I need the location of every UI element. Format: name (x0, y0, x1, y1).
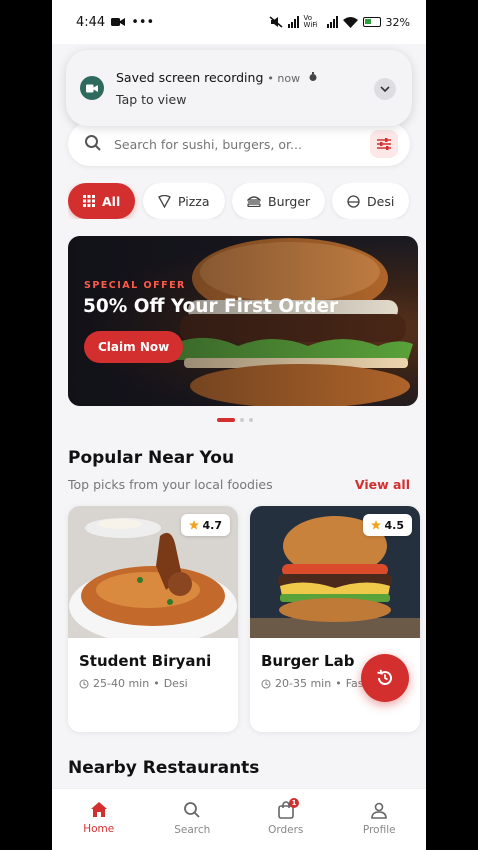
star-icon (370, 520, 381, 530)
chip-burger[interactable]: Burger (232, 183, 326, 219)
screen-recorder-icon (80, 76, 104, 100)
nav-label: Orders (268, 824, 304, 836)
battery-percent: 32% (385, 15, 410, 29)
chip-label: Pizza (178, 193, 210, 209)
restaurant-name: Student Biryani (79, 652, 212, 670)
home-icon (90, 802, 107, 817)
delivery-time: 20-35 min (275, 677, 332, 690)
nav-item-profile[interactable]: Profile (333, 789, 427, 850)
notification-banner[interactable]: Saved screen recording • now Tap to view (66, 50, 412, 126)
carousel-indicator (217, 418, 253, 422)
popular-section-subtitle: Top picks from your local foodies (68, 477, 273, 492)
star-icon (188, 520, 199, 530)
chip-label: All (102, 193, 121, 209)
volte-label: Vo WiFi (303, 14, 318, 29)
clock-icon (79, 678, 89, 689)
notification-title-text: Saved screen recording (116, 70, 264, 85)
notification-time: now (277, 72, 301, 85)
wifi-icon (342, 16, 358, 28)
nearby-section-title: Nearby Restaurants (68, 758, 260, 778)
carousel-dot[interactable] (249, 418, 253, 422)
chip-all[interactable]: All (68, 183, 136, 219)
view-all-link[interactable]: View all (355, 477, 410, 492)
sliders-icon (377, 138, 391, 150)
history-fab-button[interactable] (361, 654, 409, 702)
search-input[interactable] (114, 132, 354, 156)
grid-icon (83, 195, 95, 207)
person-icon (371, 802, 388, 819)
banner-title: 50% Off Your First Order (83, 296, 339, 317)
chip-desi[interactable]: Desi (332, 183, 410, 219)
signal-icon (287, 16, 299, 28)
battery-icon (362, 17, 381, 27)
desi-icon (347, 194, 360, 208)
orders-badge: 1 (289, 798, 299, 808)
alarm-icon (309, 72, 317, 81)
claim-now-button[interactable]: Claim Now (84, 331, 184, 363)
status-bar: 4:44 ••• Vo WiFi 32% (52, 0, 426, 44)
category-chips: All Pizza Burger Desi (68, 183, 426, 219)
nav-label: Search (174, 824, 211, 836)
banner-tag: SPECIAL OFFER (84, 280, 186, 291)
search-bar[interactable] (68, 122, 410, 166)
app-screen: 4:44 ••• Vo WiFi 32% Saved screen record… (52, 0, 426, 850)
search-icon (85, 135, 101, 151)
carousel-dot-active[interactable] (217, 418, 235, 422)
rating-badge: 4.7 (180, 514, 230, 536)
bottom-nav: Home Search 1 Orders Profile (52, 788, 426, 850)
restaurant-name: Burger Lab (261, 652, 355, 670)
popular-section-title: Popular Near You (68, 448, 235, 468)
history-icon (377, 669, 392, 685)
search-icon (184, 802, 200, 818)
carousel-dot[interactable] (240, 418, 244, 422)
expand-chevron-icon[interactable] (374, 78, 396, 100)
nav-label: Home (83, 823, 115, 835)
filter-button[interactable] (370, 130, 398, 158)
chip-label: Desi (367, 193, 395, 209)
chip-label: Burger (268, 193, 311, 209)
burger-icon (247, 196, 261, 207)
nav-item-search[interactable]: Search (146, 789, 240, 850)
restaurant-card-student-biryani[interactable]: 4.7 Student Biryani 25-40 min • Desi (68, 506, 238, 732)
rating-value: 4.7 (202, 518, 223, 532)
mute-icon (269, 16, 283, 28)
nav-item-home[interactable]: Home (52, 789, 146, 850)
offer-banner[interactable]: SPECIAL OFFER 50% Off Your First Order C… (68, 236, 418, 406)
status-time: 4:44 (76, 14, 106, 30)
notification-title: Saved screen recording • now (116, 70, 318, 85)
rating-badge: 4.5 (362, 514, 412, 536)
status-more: ••• (131, 14, 155, 30)
rating-value: 4.5 (384, 518, 405, 532)
nav-label: Profile (362, 824, 396, 836)
cuisine: Desi (163, 677, 188, 690)
pizza-icon (158, 194, 171, 208)
banner-overlay (68, 236, 418, 406)
nav-item-orders[interactable]: 1 Orders (239, 789, 333, 850)
chip-pizza[interactable]: Pizza (143, 183, 225, 219)
restaurant-meta: 25-40 min • Desi (79, 677, 188, 690)
clock-icon (261, 678, 271, 689)
video-camera-icon (111, 18, 126, 26)
signal-2-icon (326, 16, 338, 28)
delivery-time: 25-40 min (93, 677, 150, 690)
notification-subtitle: Tap to view (116, 92, 187, 107)
